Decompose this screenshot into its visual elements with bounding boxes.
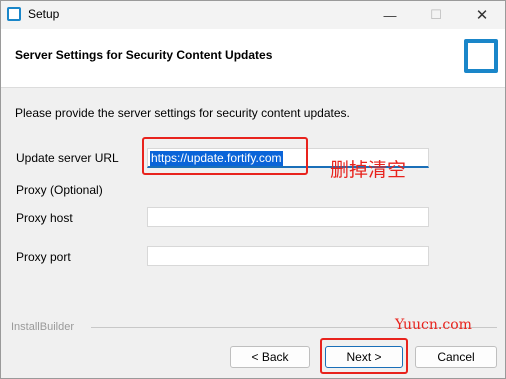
title-bar: Setup — ☐ ✕: [1, 1, 505, 29]
app-icon: [7, 7, 21, 21]
maximize-button[interactable]: ☐: [413, 1, 459, 29]
window-title: Setup: [28, 7, 60, 21]
intro-text: Please provide the server settings for s…: [15, 106, 350, 120]
close-button[interactable]: ✕: [459, 1, 505, 29]
next-button[interactable]: Next >: [325, 346, 403, 368]
setup-window: Setup — ☐ ✕ Server Settings for Security…: [0, 0, 506, 379]
url-highlight-annotation: [142, 137, 308, 175]
proxy-port-label: Proxy port: [16, 250, 71, 264]
proxy-host-input[interactable]: [147, 207, 429, 227]
installer-logo-icon: [464, 39, 498, 73]
annotation-text: 删掉清空: [330, 159, 407, 181]
settings-panel: Please provide the server settings for s…: [1, 88, 505, 318]
minimize-button[interactable]: —: [367, 1, 413, 29]
watermark-text: Yuucn.com: [395, 317, 472, 333]
footer-brand: InstallBuilder: [11, 321, 74, 333]
back-button[interactable]: < Back: [230, 346, 310, 368]
page-header: Server Settings for Security Content Upd…: [1, 29, 505, 88]
proxy-port-input[interactable]: [147, 246, 429, 266]
cancel-button[interactable]: Cancel: [415, 346, 497, 368]
page-title: Server Settings for Security Content Upd…: [15, 48, 273, 62]
proxy-section-label: Proxy (Optional): [16, 183, 103, 197]
update-server-url-label: Update server URL: [16, 151, 119, 165]
proxy-host-label: Proxy host: [16, 211, 73, 225]
